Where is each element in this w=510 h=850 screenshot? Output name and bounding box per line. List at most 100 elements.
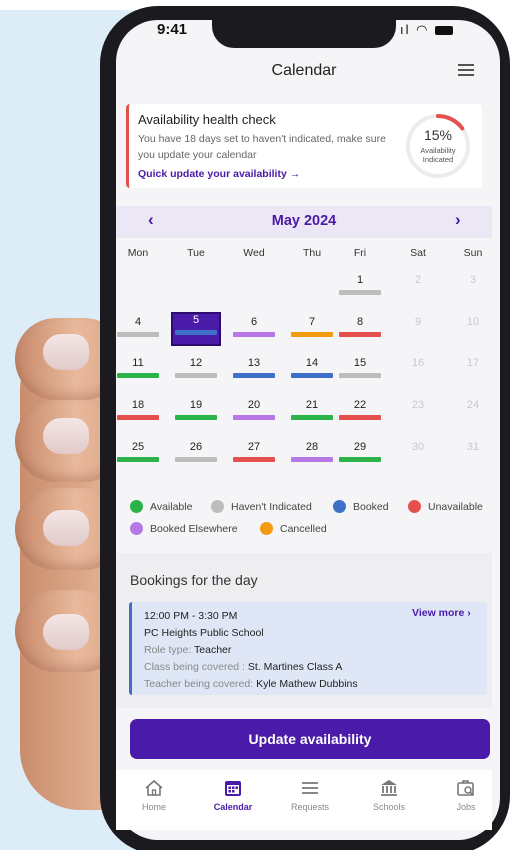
calendar-day[interactable]: 14 (290, 357, 334, 369)
calendar-day: 9 (414, 316, 422, 328)
view-more-link[interactable]: View more › (412, 607, 471, 619)
booking-school: PC Heights Public School (144, 627, 264, 639)
day-status-bar (175, 457, 217, 462)
calendar-day[interactable]: 27 (232, 441, 276, 453)
fingernail (43, 614, 89, 650)
day-status-bar (175, 415, 217, 420)
weekday-label: Wed (243, 247, 265, 259)
weekday-label: Fri (353, 247, 367, 259)
calendar-day: 3 (469, 274, 477, 286)
day-status-bar (339, 373, 381, 378)
booking-time: 12:00 PM - 3:30 PM (144, 610, 238, 622)
legend-label: Haven't Indicated (231, 501, 312, 513)
calendar-day[interactable]: 15 (338, 357, 382, 369)
update-availability-button[interactable]: Update availability (130, 719, 490, 759)
status-time: 9:41 (157, 21, 188, 38)
fingernail (43, 510, 89, 546)
day-status-bar (291, 332, 333, 337)
calendar-day[interactable]: 13 (232, 357, 276, 369)
battery-icon (435, 26, 454, 36)
calendar-day[interactable]: 6 (232, 316, 276, 328)
day-status-bar (291, 457, 333, 462)
calendar-icon (225, 781, 241, 796)
weekday-label: Sat (410, 247, 426, 259)
legend-swatch (408, 500, 421, 513)
booking-class: Class being covered : St. Martines Class… (144, 661, 343, 673)
health-check-message: You have 18 days set to haven't indicate… (138, 133, 386, 161)
day-status-bar (175, 330, 217, 335)
calendar-day: 24 (466, 399, 480, 411)
legend-label: Booked Elsewhere (150, 523, 238, 535)
calendar-day: 10 (466, 316, 480, 328)
calendar-day[interactable]: 25 (116, 441, 160, 453)
calendar-day: 31 (466, 441, 480, 453)
calendar-day[interactable]: 5 (174, 314, 218, 326)
calendar-day[interactable]: 12 (174, 357, 218, 369)
day-status-bar (175, 373, 217, 378)
day-status-bar (117, 373, 159, 378)
calendar-day: 16 (411, 357, 425, 369)
day-status-bar (339, 332, 381, 337)
signal-icon: ıl (400, 22, 411, 37)
weekday-label: Tue (187, 247, 205, 259)
calendar-day[interactable]: 20 (232, 399, 276, 411)
day-status-bar (233, 332, 275, 337)
calendar-day: 2 (414, 274, 422, 286)
day-status-bar (291, 415, 333, 420)
wifi-icon: ◠ (416, 22, 430, 37)
page-title: Calendar (271, 62, 337, 79)
calendar-day[interactable]: 21 (290, 399, 334, 411)
quick-update-link[interactable]: Quick update your availability → (138, 168, 300, 180)
briefcase-search-icon (457, 780, 475, 797)
calendar-day[interactable]: 22 (338, 399, 382, 411)
calendar-day[interactable]: 11 (116, 357, 160, 369)
calendar-day[interactable]: 8 (338, 316, 382, 328)
day-status-bar (233, 415, 275, 420)
calendar-day[interactable]: 19 (174, 399, 218, 411)
legend-swatch (260, 522, 273, 535)
tab-jobs[interactable]: Jobs (434, 778, 498, 812)
legend-swatch (130, 500, 143, 513)
day-status-bar (339, 290, 381, 295)
calendar-day: 30 (411, 441, 425, 453)
day-status-bar (291, 373, 333, 378)
weekday-label: Mon (127, 247, 149, 259)
tab-schools[interactable]: Schools (357, 778, 421, 812)
calendar-day: 17 (466, 357, 480, 369)
home-icon (145, 779, 163, 796)
tab-requests[interactable]: Requests (278, 778, 342, 812)
weekday-label: Sun (463, 247, 483, 259)
day-status-bar (233, 373, 275, 378)
fingernail (43, 334, 89, 370)
legend-swatch (333, 500, 346, 513)
next-month-button[interactable]: › (455, 210, 461, 230)
day-status-bar (117, 457, 159, 462)
day-status-bar (117, 332, 159, 337)
calendar-day[interactable]: 7 (290, 316, 334, 328)
calendar-day[interactable]: 28 (290, 441, 334, 453)
list-icon (302, 782, 318, 794)
tab-calendar[interactable]: Calendar (201, 778, 265, 812)
availability-ring-label: Availability Indicated (420, 146, 456, 164)
day-status-bar (233, 457, 275, 462)
month-title: May 2024 (271, 213, 337, 229)
calendar-day[interactable]: 18 (116, 399, 160, 411)
calendar-day[interactable]: 4 (116, 316, 160, 328)
calendar-day[interactable]: 26 (174, 441, 218, 453)
day-status-bar (339, 457, 381, 462)
legend-swatch (130, 522, 143, 535)
legend-label: Booked (353, 501, 389, 513)
status-icons: ıl ◠ (400, 22, 454, 38)
legend-label: Available (150, 501, 193, 513)
day-status-bar (117, 415, 159, 420)
legend-label: Cancelled (280, 523, 327, 535)
calendar-day[interactable]: 29 (338, 441, 382, 453)
weekday-label: Thu (302, 247, 322, 259)
day-status-bar (339, 415, 381, 420)
booking-role: Role type: Teacher (144, 644, 232, 656)
tab-home[interactable]: Home (122, 778, 186, 812)
health-check-title: Availability health check (138, 112, 276, 127)
calendar-day[interactable]: 1 (338, 274, 382, 286)
menu-icon[interactable] (458, 64, 474, 76)
phone-notch (212, 18, 396, 48)
